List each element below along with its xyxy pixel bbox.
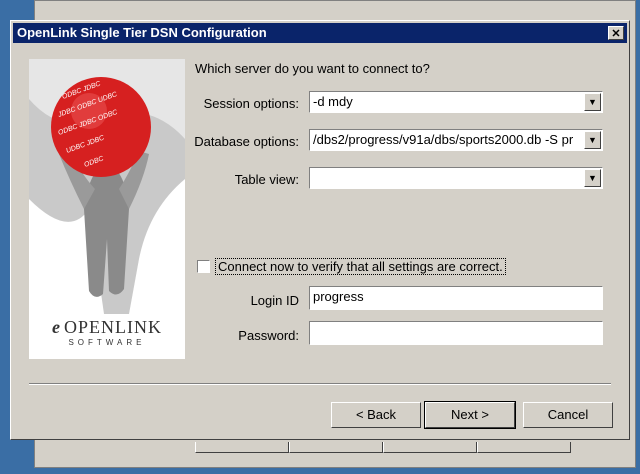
session-options-label: Session options:: [203, 96, 299, 111]
company-tagline: SOFTWARE: [68, 338, 146, 347]
session-options-value: -d mdy: [313, 94, 353, 109]
password-label: Password:: [238, 328, 299, 343]
chevron-down-icon[interactable]: ▼: [584, 131, 601, 149]
dsn-configuration-dialog: OpenLink Single Tier DSN Configuration ✕…: [10, 20, 630, 440]
database-options-value: /dbs2/progress/v91a/dbs/sports2000.db -S…: [313, 132, 574, 147]
cancel-button[interactable]: Cancel: [523, 402, 613, 428]
openlink-logo: e OPENLINK SOFTWARE: [29, 317, 185, 347]
window-title: OpenLink Single Tier DSN Configuration: [17, 25, 267, 40]
company-name: OPENLINK: [64, 317, 162, 337]
table-view-label: Table view:: [234, 172, 299, 187]
background-button: [195, 442, 289, 453]
background-button: [289, 442, 383, 453]
atlas-globe-illustration: ODBC JDBC JDBC ODBC UDBC ODBC JDBC ODBC …: [29, 59, 185, 314]
server-prompt: Which server do you want to connect to?: [195, 61, 430, 76]
background-button: [383, 442, 477, 453]
database-options-label: Database options:: [194, 134, 299, 149]
login-id-input[interactable]: progress: [309, 286, 603, 310]
divider: [29, 383, 611, 385]
next-button[interactable]: Next >: [424, 401, 516, 429]
chevron-down-icon[interactable]: ▼: [584, 93, 601, 111]
close-icon[interactable]: ✕: [608, 26, 624, 40]
password-input[interactable]: [309, 321, 603, 345]
connect-now-checkbox[interactable]: [197, 260, 210, 273]
background-button: [477, 442, 571, 453]
openlink-mark-icon: e: [52, 317, 61, 337]
database-options-combo[interactable]: /dbs2/progress/v91a/dbs/sports2000.db -S…: [309, 129, 603, 151]
title-bar[interactable]: OpenLink Single Tier DSN Configuration ✕: [13, 23, 627, 43]
chevron-down-icon[interactable]: ▼: [584, 169, 601, 187]
login-id-label: Login ID: [250, 293, 299, 308]
table-view-combo[interactable]: ▼: [309, 167, 603, 189]
back-button[interactable]: < Back: [331, 402, 421, 428]
logo-panel: ODBC JDBC JDBC ODBC UDBC ODBC JDBC ODBC …: [29, 59, 185, 359]
connect-now-label[interactable]: Connect now to verify that all settings …: [215, 258, 506, 275]
session-options-combo[interactable]: -d mdy ▼: [309, 91, 603, 113]
